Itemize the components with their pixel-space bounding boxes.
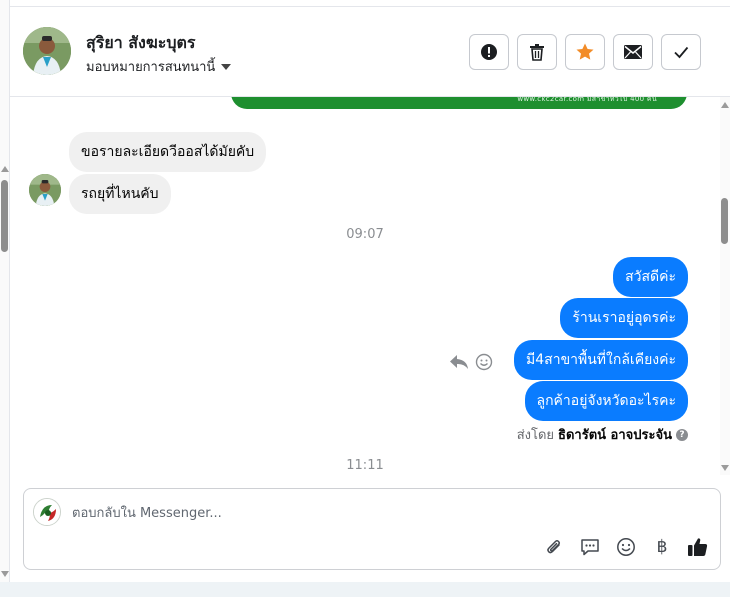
assign-label: มอบหมายการสนทนานี้ — [86, 60, 216, 75]
scroll-down-arrow[interactable] — [721, 465, 729, 471]
thread-scrollbar[interactable] — [720, 97, 730, 475]
saved-reply-icon[interactable] — [578, 535, 602, 559]
sent-by-name: ธิดารัตน์ อาจประจัน — [558, 428, 672, 443]
reply-composer: ฿ — [23, 488, 721, 570]
outgoing-message[interactable]: ร้านเราอยู่อุดรค่ะ — [560, 298, 688, 338]
message-thread: www.ckc2car.com มีสาขาทั่วไป 400 คัน ขอร… — [10, 97, 720, 475]
image-attachment-banner[interactable]: www.ckc2car.com มีสาขาทั่วไป 400 คัน — [231, 97, 687, 109]
page-avatar — [33, 498, 61, 526]
baht-icon[interactable]: ฿ — [650, 535, 674, 559]
conversation-header: สุริยา สังฆะบุตร มอบหมายการสนทนานี้ — [10, 7, 730, 97]
timestamp: 11:11 — [346, 458, 384, 473]
outgoing-message[interactable]: สวัสดีค่ะ — [613, 257, 688, 297]
scroll-up-arrow[interactable] — [721, 102, 729, 108]
check-icon — [674, 46, 689, 59]
scrollbar-thumb[interactable] — [721, 198, 728, 244]
contact-avatar[interactable] — [23, 27, 71, 75]
reply-input[interactable] — [72, 501, 672, 525]
trash-icon — [530, 44, 544, 61]
mark-unread-button[interactable] — [613, 34, 653, 70]
outgoing-message[interactable]: มี4สาขาพื้นที่ใกล้เคียงค่ะ — [514, 340, 688, 380]
scroll-up-arrow[interactable] — [1, 166, 9, 172]
bottom-strip — [0, 582, 730, 597]
incoming-message[interactable]: ขอรายละเอียดวีออสได้มัยคับ — [69, 132, 267, 172]
outgoing-message[interactable]: ลูกค้าอยู่จังหวัดอะไรคะ — [524, 381, 688, 421]
top-divider — [10, 0, 730, 7]
timestamp: 09:07 — [346, 227, 384, 242]
sent-by-label: ส่งโดย ธิดารัตน์ อาจประจัน ? — [517, 424, 688, 445]
paperclip-icon[interactable] — [542, 535, 566, 559]
help-icon[interactable]: ? — [676, 428, 688, 441]
sent-by-prefix: ส่งโดย — [516, 428, 555, 443]
report-spam-button[interactable] — [469, 34, 509, 70]
mark-done-button[interactable] — [661, 34, 701, 70]
star-button[interactable] — [565, 34, 605, 70]
contact-name[interactable]: สุริยา สังฆะบุตร — [86, 31, 195, 56]
thumbs-up-icon[interactable] — [686, 535, 710, 559]
header-actions — [469, 34, 701, 70]
scroll-down-arrow[interactable] — [1, 571, 9, 577]
delete-button[interactable] — [517, 34, 557, 70]
incoming-message[interactable]: รถยุที่ไหนคับ — [69, 174, 171, 214]
emoji-icon[interactable] — [614, 535, 638, 559]
composer-tools: ฿ — [542, 535, 710, 559]
message-hover-actions — [449, 353, 493, 375]
scrollbar-thumb[interactable] — [1, 180, 8, 252]
exclamation-circle-icon — [481, 44, 497, 60]
assign-conversation-dropdown[interactable]: มอบหมายการสนทนานี้ — [86, 56, 232, 77]
page-scrollbar[interactable] — [0, 0, 10, 582]
caret-down-icon — [221, 63, 232, 70]
reply-icon[interactable] — [449, 354, 469, 374]
star-icon — [576, 43, 594, 60]
react-emoji-icon[interactable] — [475, 353, 493, 375]
banner-text: www.ckc2car.com มีสาขาทั่วไป 400 คัน — [517, 97, 657, 103]
sender-avatar[interactable] — [29, 174, 61, 206]
envelope-icon — [624, 45, 642, 59]
